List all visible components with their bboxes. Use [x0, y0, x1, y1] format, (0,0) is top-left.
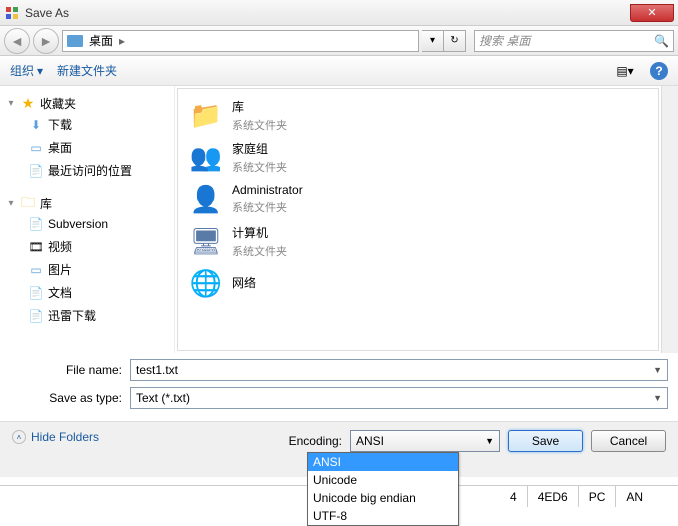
sidebar-item-pictures[interactable]: ▭图片: [26, 260, 170, 279]
close-icon: ✕: [647, 6, 656, 19]
back-button[interactable]: ◄: [4, 28, 30, 54]
picture-icon: ▭: [28, 262, 44, 278]
bottom-bar: ˄ Hide Folders Encoding: ANSI ▼ Save Can…: [0, 421, 678, 477]
list-item[interactable]: 🌐 网络: [186, 263, 650, 303]
savetype-label: Save as type:: [10, 391, 130, 405]
sidebar-item-video[interactable]: 🎞视频: [26, 237, 170, 256]
item-icon: 👤: [188, 181, 224, 217]
video-icon: 🎞: [28, 239, 44, 255]
organize-button[interactable]: 组织 ▾: [10, 62, 43, 79]
filename-input[interactable]: test1.txt ▼: [130, 359, 668, 381]
filename-label: File name:: [10, 363, 130, 377]
encoding-option[interactable]: Unicode big endian: [308, 489, 458, 507]
sidebar-item-libraries[interactable]: ▾ 🗀 库: [4, 194, 170, 213]
app-icon: [4, 5, 20, 21]
new-folder-button[interactable]: 新建文件夹: [57, 62, 117, 79]
dropdown-icon: ▼: [485, 436, 494, 446]
savetype-select[interactable]: Text (*.txt) ▼: [130, 387, 668, 409]
collapse-icon: ▾: [6, 98, 16, 109]
encoding-label: Encoding:: [289, 434, 342, 448]
item-sub: 系统文件夹: [232, 117, 287, 133]
toolbar: 组织 ▾ 新建文件夹 ▤▾ ?: [0, 56, 678, 86]
sidebar: ▾ ★ 收藏夹 ⬇下载 ▭桌面 📄最近访问的位置 ▾ 🗀 库 📄: [0, 86, 175, 353]
encoding-option[interactable]: UTF-8: [308, 507, 458, 525]
sidebar-item-recent[interactable]: 📄最近访问的位置: [26, 161, 170, 180]
recent-icon: 📄: [28, 163, 44, 179]
star-icon: ★: [20, 96, 36, 112]
view-button[interactable]: ▤▾: [614, 60, 636, 82]
file-icon: 📄: [28, 308, 44, 324]
encoding-select[interactable]: ANSI ▼: [350, 430, 500, 452]
item-sub: 系统文件夹: [232, 199, 303, 215]
sidebar-item-favorites[interactable]: ▾ ★ 收藏夹: [4, 94, 170, 113]
folder-icon: 🗀: [20, 196, 36, 212]
desktop-icon: ▭: [28, 140, 44, 156]
file-list: 📁库系统文件夹👥家庭组系统文件夹👤Administrator系统文件夹🖥计算机系…: [177, 88, 659, 351]
item-sub: 系统文件夹: [232, 243, 287, 259]
help-button[interactable]: ?: [650, 62, 668, 80]
sidebar-item-downloads[interactable]: ⬇下载: [26, 115, 170, 134]
download-icon: ⬇: [28, 117, 44, 133]
collapse-icon: ▾: [6, 198, 16, 209]
forward-icon: ►: [39, 33, 53, 49]
sidebar-item-thunder[interactable]: 📄迅雷下载: [26, 306, 170, 325]
form-area: File name: test1.txt ▼ Save as type: Tex…: [0, 353, 678, 421]
search-input[interactable]: 搜索 桌面 🔍: [474, 30, 674, 52]
search-placeholder: 搜索 桌面: [479, 32, 654, 49]
dropdown-history-button[interactable]: ▾: [422, 30, 444, 52]
dropdown-icon[interactable]: ▼: [653, 365, 662, 375]
file-icon: 📄: [28, 216, 44, 232]
window-title: Save As: [25, 6, 630, 20]
item-icon: 👥: [188, 139, 224, 175]
item-sub: 系统文件夹: [232, 159, 287, 175]
address-bar[interactable]: 桌面 ▸: [62, 30, 419, 52]
caret-icon: ▾: [37, 64, 43, 78]
list-item[interactable]: 👥 家庭组系统文件夹: [186, 137, 650, 177]
close-button[interactable]: ✕: [630, 4, 674, 22]
save-button[interactable]: Save: [508, 430, 583, 452]
location-text: 桌面: [89, 32, 113, 49]
encoding-dropdown: ANSIUnicodeUnicode big endianUTF-8: [307, 452, 459, 526]
refresh-button[interactable]: ↻: [444, 30, 466, 52]
item-name: 库: [232, 98, 287, 115]
sidebar-item-desktop[interactable]: ▭桌面: [26, 138, 170, 157]
sidebar-item-subversion[interactable]: 📄Subversion: [26, 215, 170, 233]
back-icon: ◄: [10, 33, 24, 49]
dropdown-icon[interactable]: ▼: [653, 393, 662, 403]
title-bar: Save As ✕: [0, 0, 678, 26]
document-icon: 📄: [28, 285, 44, 301]
item-icon: 🌐: [188, 265, 224, 301]
encoding-option[interactable]: ANSI: [308, 453, 458, 471]
list-item[interactable]: 📁 库系统文件夹: [186, 95, 650, 135]
list-item[interactable]: 👤 Administrator 系统文件夹: [186, 179, 650, 219]
item-name: 网络: [232, 274, 256, 291]
item-name: 计算机: [232, 224, 287, 241]
item-name: Administrator: [232, 183, 303, 197]
sidebar-item-documents[interactable]: 📄文档: [26, 283, 170, 302]
encoding-option[interactable]: Unicode: [308, 471, 458, 489]
hide-folders-button[interactable]: ˄ Hide Folders: [12, 430, 99, 444]
scrollbar[interactable]: [661, 86, 678, 353]
address-buttons: ▾ ↻: [422, 30, 466, 52]
item-icon: 🖥: [188, 223, 224, 259]
item-icon: 📁: [188, 97, 224, 133]
nav-bar: ◄ ► 桌面 ▸ ▾ ↻ 搜索 桌面 🔍: [0, 26, 678, 56]
chevron-up-icon: ˄: [12, 430, 26, 444]
forward-button[interactable]: ►: [33, 28, 59, 54]
list-item[interactable]: 🖥 计算机系统文件夹: [186, 221, 650, 261]
location-icon: [67, 35, 83, 47]
cancel-button[interactable]: Cancel: [591, 430, 666, 452]
search-icon[interactable]: 🔍: [654, 34, 669, 48]
breadcrumb-sep-icon: ▸: [119, 34, 125, 48]
item-name: 家庭组: [232, 140, 287, 157]
